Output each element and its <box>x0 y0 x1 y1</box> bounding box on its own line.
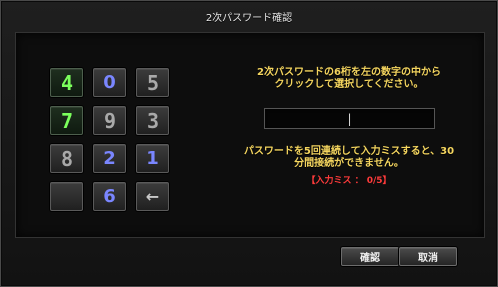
backspace-button[interactable]: ← <box>136 182 169 211</box>
key-label: 5 <box>146 70 159 95</box>
confirm-button[interactable]: 確認 <box>341 247 399 266</box>
keypad-key-blank <box>50 182 83 211</box>
keypad-key-1[interactable]: 1 <box>136 144 169 173</box>
key-label: 0 <box>103 72 116 93</box>
keypad-key-2[interactable]: 2 <box>93 144 126 173</box>
key-label: 1 <box>146 148 159 169</box>
password-cursor: | <box>347 111 352 126</box>
keypad: 4 0 5 7 9 3 8 2 1 6 ← <box>50 68 169 211</box>
keypad-key-0[interactable]: 0 <box>93 68 126 97</box>
key-label: 7 <box>60 108 73 133</box>
warning-line-2: 分間接続ができません。 <box>294 158 404 169</box>
keypad-key-3[interactable]: 3 <box>136 106 169 135</box>
dialog-title: 2次パスワード確認 <box>205 12 293 24</box>
instruction-line-2: クリックして選択してください。 <box>274 79 424 90</box>
key-label: 3 <box>146 108 159 133</box>
password-input[interactable]: | <box>264 108 435 129</box>
instruction-text: 2次パスワードの6桁を左の数字の中から クリックして選択してください。 <box>227 67 471 91</box>
warning-text: パスワードを5回連続して入力ミスすると、30 分間接続ができません。 <box>227 146 471 170</box>
key-label: 2 <box>103 148 116 169</box>
keypad-key-9[interactable]: 9 <box>93 106 126 135</box>
key-label: 4 <box>60 70 73 95</box>
back-arrow-icon: ← <box>145 187 160 206</box>
cancel-button[interactable]: 取消 <box>399 247 457 266</box>
key-label: 9 <box>103 108 116 133</box>
keypad-key-7[interactable]: 7 <box>50 106 83 135</box>
keypad-key-5[interactable]: 5 <box>136 68 169 97</box>
key-label: 8 <box>60 146 73 171</box>
key-label: 6 <box>103 186 116 207</box>
fail-count: 【入力ミス ： 0/5】 <box>306 176 392 186</box>
keypad-key-6[interactable]: 6 <box>93 182 126 211</box>
keypad-key-4[interactable]: 4 <box>50 68 83 97</box>
instruction-line-1: 2次パスワードの6桁を左の数字の中から <box>257 67 441 78</box>
password-dialog: 2次パスワード確認 4 0 5 7 9 3 8 2 1 6 ← 2次パスワードの… <box>0 0 498 287</box>
warning-line-1: パスワードを5回連続して入力ミスすると、30 <box>243 146 455 157</box>
keypad-key-8[interactable]: 8 <box>50 144 83 173</box>
